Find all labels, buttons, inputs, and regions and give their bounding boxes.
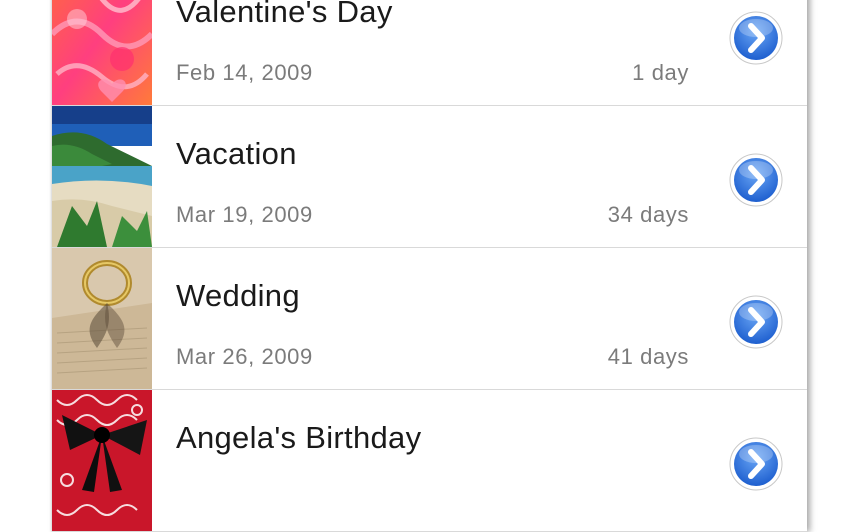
event-row-wedding[interactable]: Wedding Mar 26, 2009 41 days (52, 248, 807, 390)
event-title: Valentine's Day (176, 0, 393, 29)
valentine-thumbnail (52, 0, 152, 105)
days-remaining: 41 days (607, 344, 689, 369)
event-date: Mar 26, 2009 (176, 344, 313, 369)
beach-image (52, 106, 152, 247)
event-row-angelas-birthday[interactable]: Angela's Birthday (52, 390, 807, 532)
days-remaining: 1 day (632, 60, 689, 85)
event-list: Valentine's Day Feb 14, 2009 1 day Vacat… (52, 0, 807, 532)
chevron-right-icon (729, 153, 783, 207)
event-row-vacation[interactable]: Vacation Mar 19, 2009 34 days (52, 106, 807, 248)
birthday-thumbnail (52, 390, 152, 531)
event-title: Angela's Birthday (176, 420, 422, 455)
days-remaining: 34 days (607, 202, 689, 227)
chevron-right-icon (729, 437, 783, 491)
event-title: Wedding (176, 278, 300, 313)
valentine-pattern-image (52, 0, 152, 105)
detail-disclosure-button[interactable] (728, 152, 784, 208)
detail-disclosure-button[interactable] (728, 294, 784, 350)
detail-disclosure-button[interactable] (728, 10, 784, 66)
wedding-thumbnail (52, 248, 152, 389)
event-date: Mar 19, 2009 (176, 202, 313, 227)
gift-bow-image (52, 390, 152, 531)
chevron-right-icon (729, 11, 783, 65)
wedding-rings-image (52, 248, 152, 389)
event-title: Vacation (176, 136, 297, 171)
vacation-thumbnail (52, 106, 152, 247)
chevron-right-icon (729, 295, 783, 349)
detail-disclosure-button[interactable] (728, 436, 784, 492)
event-date: Feb 14, 2009 (176, 60, 313, 85)
event-row-valentines-day[interactable]: Valentine's Day Feb 14, 2009 1 day (52, 0, 807, 106)
